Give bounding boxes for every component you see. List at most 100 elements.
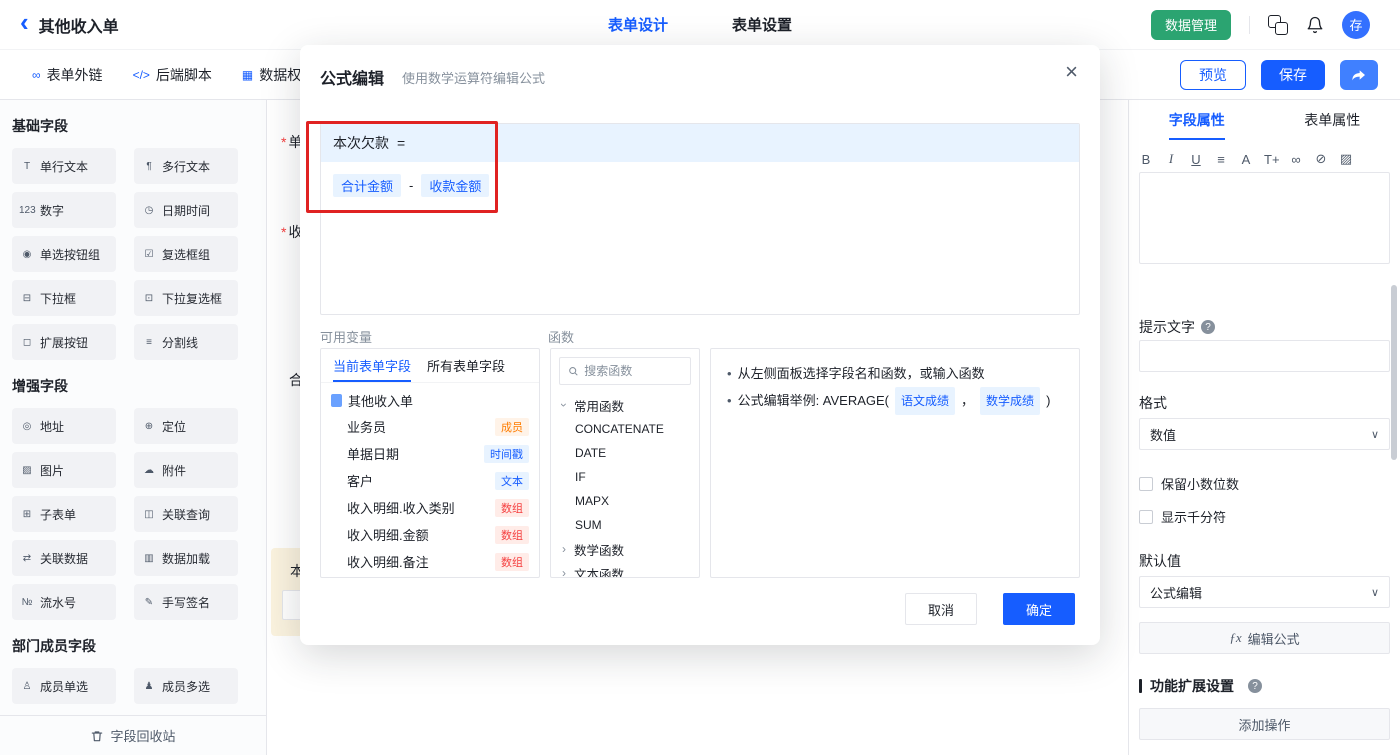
field-chip-total-amount[interactable]: 合计金额	[333, 174, 402, 197]
variable-item[interactable]: 客户 文本	[321, 467, 539, 494]
formula-editor[interactable]: 本次欠款 = 合计金额 - 收款金额	[320, 123, 1080, 315]
close-icon[interactable]: ×	[1065, 61, 1078, 83]
variable-type-tag: 数组	[495, 552, 529, 571]
help-icon[interactable]: ?	[1248, 679, 1262, 693]
field-label: 单选按钮组	[40, 247, 101, 262]
panel-scrollbar[interactable]	[1391, 285, 1397, 460]
field-subform[interactable]: ⊞ 子表单	[12, 496, 116, 532]
field-divider[interactable]: ≡ 分割线	[134, 324, 238, 360]
function-group-text[interactable]: › 文本函数	[551, 561, 699, 577]
image-field-icon: ▨	[22, 464, 32, 476]
field-label: 单行文本	[40, 159, 89, 174]
field-chip-received-amount[interactable]: 收款金额	[421, 174, 490, 197]
tab-form-design[interactable]: 表单设计	[608, 14, 668, 35]
share-arrow-icon	[1352, 69, 1365, 80]
dropdown-icon: ⊟	[22, 292, 32, 304]
field-image[interactable]: ▨ 图片	[12, 452, 116, 488]
font-color-icon[interactable]: A	[1239, 152, 1253, 167]
section-title-basic-fields: 基础字段	[12, 118, 68, 134]
field-member-multi[interactable]: ♟ 成员多选	[134, 668, 238, 704]
function-group-math[interactable]: › 数学函数	[551, 537, 699, 561]
form-external-link-button[interactable]: ∞ 表单外链	[32, 65, 103, 85]
variable-type-tag: 成员	[495, 417, 529, 436]
formula-target: 本次欠款	[333, 135, 389, 151]
thousand-checkbox-row[interactable]: 显示千分符	[1139, 507, 1390, 526]
tab-current-form-fields[interactable]: 当前表单字段	[333, 349, 412, 382]
underline-icon[interactable]: U	[1189, 152, 1203, 167]
share-button[interactable]	[1340, 59, 1378, 90]
field-checkbox-group[interactable]: ☑ 复选框组	[134, 236, 238, 272]
field-date-time[interactable]: ◷ 日期时间	[134, 192, 238, 228]
field-serial-number[interactable]: № 流水号	[12, 584, 116, 620]
remove-link-icon[interactable]: ⊘	[1314, 151, 1328, 167]
variable-item[interactable]: 收入明细.备注 数组	[321, 548, 539, 575]
format-select[interactable]: 数值 ∨	[1139, 418, 1390, 450]
field-recycle-bin[interactable]: 字段回收站	[0, 715, 266, 755]
field-multi-line-text[interactable]: ¶ 多行文本	[134, 148, 238, 184]
field-linked-data[interactable]: ⇄ 关联数据	[12, 540, 116, 576]
function-item[interactable]: DATE	[551, 441, 699, 465]
field-dropdown[interactable]: ⊟ 下拉框	[12, 280, 116, 316]
function-group-common[interactable]: › 常用函数	[551, 393, 699, 417]
decimal-checkbox[interactable]	[1139, 476, 1153, 491]
variables-tree-root[interactable]: 其他收入单	[321, 383, 539, 413]
field-location[interactable]: ⊕ 定位	[134, 408, 238, 444]
tab-form-properties[interactable]: 表单属性	[1265, 100, 1400, 140]
field-data-load[interactable]: ▥ 数据加载	[134, 540, 238, 576]
cancel-button[interactable]: 取消	[905, 593, 977, 625]
field-number[interactable]: 123 数字	[12, 192, 116, 228]
thousand-checkbox[interactable]	[1139, 509, 1153, 524]
tab-field-properties[interactable]: 字段属性	[1129, 100, 1265, 140]
avatar[interactable]: 存	[1342, 10, 1370, 39]
field-name-editor[interactable]	[1139, 172, 1390, 264]
function-search-box[interactable]	[559, 357, 691, 385]
variable-item[interactable]: 业务员 成员	[321, 413, 539, 440]
insert-link-icon[interactable]: ∞	[1289, 152, 1303, 167]
help-line-2: • 公式编辑举例: AVERAGE( 语文成绩 ， 数学成绩 )	[727, 387, 1063, 415]
back-icon[interactable]: ‹	[20, 9, 29, 35]
function-item[interactable]: MAPX	[551, 489, 699, 513]
field-attachment[interactable]: ☁ 附件	[134, 452, 238, 488]
function-search-input[interactable]	[584, 364, 682, 378]
field-signature[interactable]: ✎ 手写签名	[134, 584, 238, 620]
variable-item[interactable]: 收入明细.收入类别 数组	[321, 494, 539, 521]
hint-text-input[interactable]	[1139, 340, 1390, 372]
field-label: 子表单	[40, 507, 77, 522]
italic-icon[interactable]: I	[1164, 151, 1178, 167]
formula-edit-modal: 公式编辑 使用数学运算符编辑公式 × 本次欠款 = 合计金额 - 收款金额 可用…	[300, 45, 1100, 645]
field-address[interactable]: ◎ 地址	[12, 408, 116, 444]
variable-name: 客户	[347, 474, 374, 489]
variable-item[interactable]: 单据日期 时间戳	[321, 440, 539, 467]
field-single-line-text[interactable]: T 单行文本	[12, 148, 116, 184]
bell-icon[interactable]	[1306, 16, 1324, 34]
insert-image-icon[interactable]: ▨	[1339, 151, 1353, 167]
field-dropdown-multi[interactable]: ⊡ 下拉复选框	[134, 280, 238, 316]
function-item[interactable]: IF	[551, 465, 699, 489]
default-value-select[interactable]: 公式编辑 ∨	[1139, 576, 1390, 608]
function-item[interactable]: CONCATENATE	[551, 417, 699, 441]
date-time-icon: ◷	[144, 204, 154, 216]
edit-formula-button[interactable]: ƒx 编辑公式	[1139, 622, 1390, 654]
field-extend-button[interactable]: ◻ 扩展按钮	[12, 324, 116, 360]
confirm-button[interactable]: 确定	[1003, 593, 1075, 625]
backend-script-button[interactable]: </> 后端脚本	[133, 65, 212, 85]
preview-button[interactable]: 预览	[1180, 59, 1246, 90]
properties-panel: 字段属性 表单属性 B I U ≡ A T+ ∞ ⊘ ▨ 提示文字 ? 格式 数…	[1128, 100, 1400, 755]
save-button[interactable]: 保存	[1261, 59, 1325, 90]
align-icon[interactable]: ≡	[1214, 152, 1228, 167]
help-icon[interactable]: ?	[1201, 320, 1215, 334]
variable-item[interactable]: 收入明细.金额 数组	[321, 521, 539, 548]
field-member-single[interactable]: ♙ 成员单选	[12, 668, 116, 704]
tab-form-settings[interactable]: 表单设置	[732, 14, 792, 35]
tab-all-form-fields[interactable]: 所有表单字段	[427, 349, 505, 382]
field-radio-group[interactable]: ◉ 单选按钮组	[12, 236, 116, 272]
apps-icon[interactable]	[1268, 14, 1288, 35]
decimal-checkbox-row[interactable]: 保留小数位数	[1139, 474, 1390, 493]
bold-icon[interactable]: B	[1139, 152, 1153, 167]
function-item[interactable]: SUM	[551, 513, 699, 537]
add-action-button[interactable]: 添加操作	[1139, 708, 1390, 740]
font-size-icon[interactable]: T+	[1264, 152, 1280, 167]
data-manage-button[interactable]: 数据管理	[1150, 9, 1231, 40]
variables-label: 可用变量	[320, 330, 373, 345]
field-linked-query[interactable]: ◫ 关联查询	[134, 496, 238, 532]
